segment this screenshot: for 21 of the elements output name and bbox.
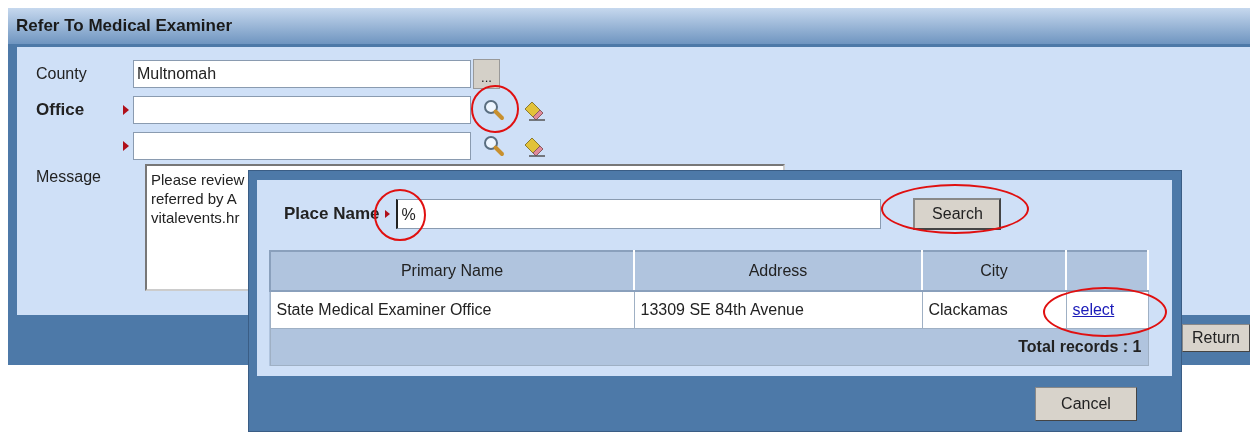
cancel-button[interactable]: Cancel [1035, 386, 1137, 421]
column-header: Primary Name [270, 251, 634, 291]
table-cell: 13309 SE 84th Avenue [634, 291, 922, 329]
field-label: Office [36, 100, 85, 120]
search-icon[interactable] [483, 135, 505, 157]
field-label: County [36, 65, 87, 83]
search-icon[interactable] [483, 99, 505, 121]
return-button[interactable]: Return [1182, 324, 1250, 352]
table-cell: Clackamas [922, 291, 1066, 329]
search-button[interactable]: Search [913, 198, 1002, 230]
column-header: Address [634, 251, 922, 291]
text-field[interactable]: Multnomah [133, 60, 471, 88]
text-field[interactable] [133, 132, 471, 160]
table-cell: State Medical Examiner Office [270, 291, 634, 329]
browse-button[interactable]: ... [473, 59, 500, 89]
window-title: Refer To Medical Examiner [16, 16, 233, 36]
required-marker-icon [385, 210, 391, 218]
field-label: Message [36, 168, 101, 186]
place-name-field[interactable]: % [396, 199, 882, 229]
record-count: Total records : 1 [1018, 338, 1142, 355]
text-field[interactable] [133, 96, 471, 124]
